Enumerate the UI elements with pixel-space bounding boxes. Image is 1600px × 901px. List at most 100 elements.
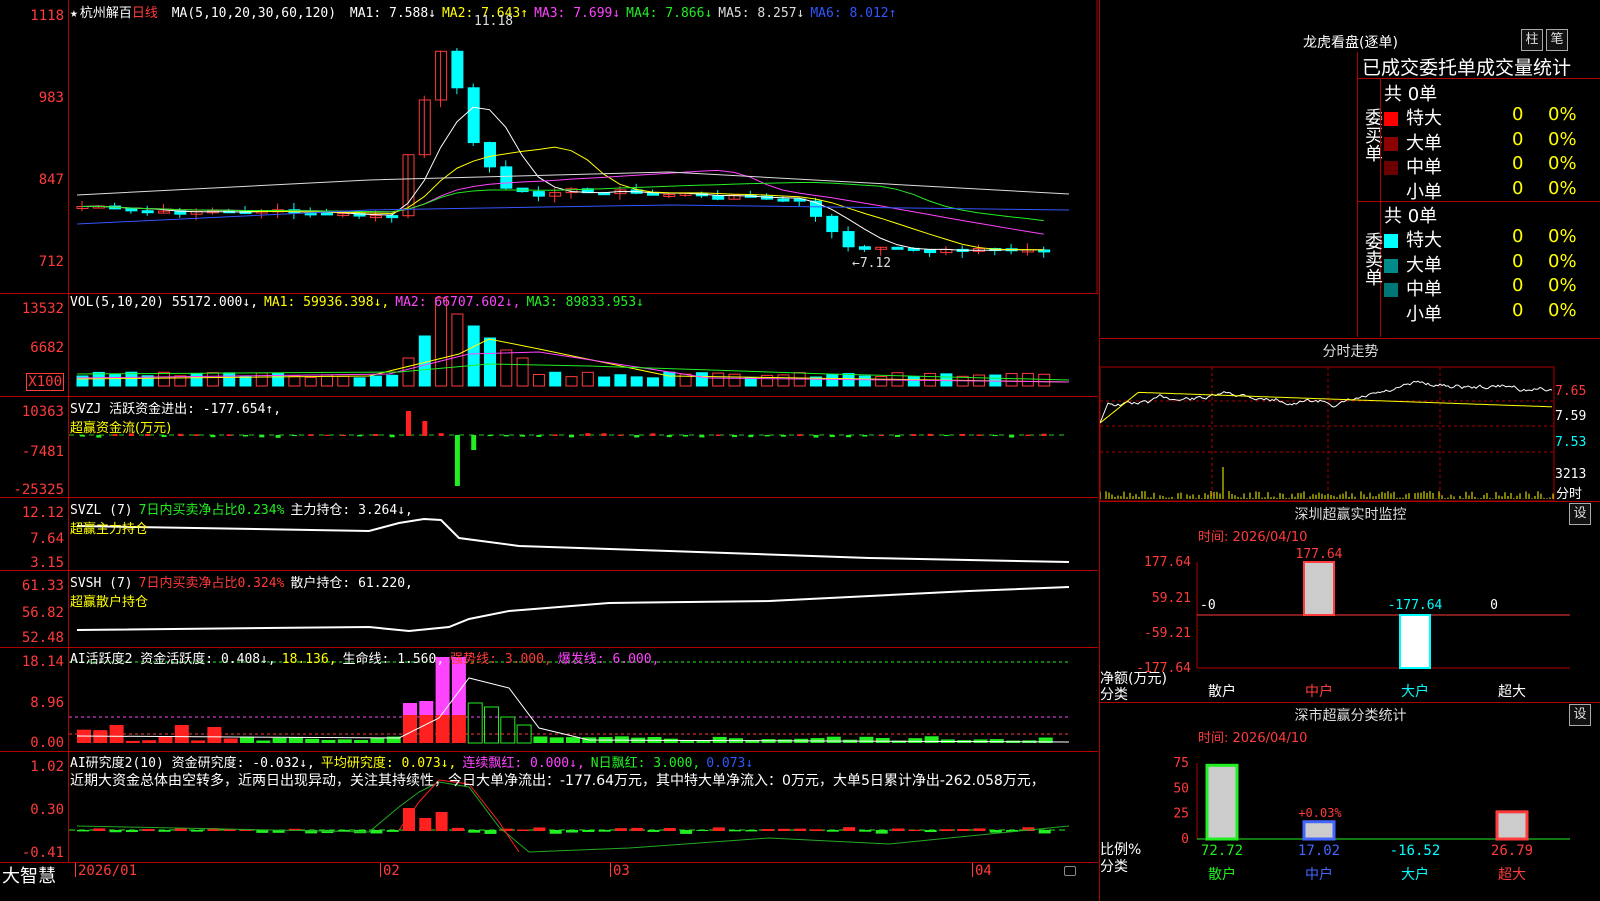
flow-bar (308, 434, 314, 436)
research-bar (484, 830, 497, 834)
order-pct: 0% (1548, 275, 1577, 296)
flow-bar (503, 435, 509, 437)
main-holding-params: SVZL (7) (70, 503, 133, 518)
order-count: 0 (1512, 299, 1524, 321)
flow-bar (666, 435, 672, 438)
volume-bar (875, 376, 888, 387)
category-label: 中户 (1305, 866, 1333, 883)
y-tick: -59.21 (1144, 626, 1191, 641)
classify-bar-chart: 75 50 25 0 72.72 散户 17.02 中户 -16.52 大户 26.79 超大 +0.0… (1173, 756, 1570, 883)
y-tick: 7.53 (1555, 435, 1587, 450)
kline-panel[interactable]: 1118 983 847 712 ★ 杭州解百日线 MA(5,10,20,30,6… (0, 0, 1098, 294)
candle (858, 246, 871, 250)
category-label: 超大 (1498, 867, 1526, 883)
volume-bar (435, 297, 448, 387)
lock-icon[interactable] (1064, 866, 1076, 876)
ai-activity-panel[interactable]: 18.14 8.96 0.00 AI活跃度2 资金活跃度: 0.408↓, 18.… (0, 648, 1098, 752)
candle (647, 192, 659, 196)
period-label[interactable]: 日线 (132, 6, 158, 21)
tick-view-button[interactable]: 笔 (1546, 29, 1568, 51)
activity-bar (321, 739, 336, 743)
research-value: 连续飘红: 0.000↓, (462, 756, 585, 771)
ai-research-panel[interactable]: 1.02 0.30 -0.41 AI研究度2(10) 资金研究度: -0.032… (0, 752, 1098, 863)
intraday-chart[interactable] (1100, 363, 1600, 501)
fund-flow-subtitle: 超赢资金流(万元) (70, 421, 172, 436)
research-bar (533, 827, 546, 831)
research-bar (794, 828, 807, 831)
lhb-subtitle: 已成交委托单成交量统计 (1362, 57, 1572, 79)
research-bar (566, 830, 578, 833)
activity-bar (419, 715, 434, 743)
retail-holding-panel[interactable]: 61.33 56.82 52.48 SVSH (7) 7日内买卖净占比0.324%… (0, 571, 1098, 648)
volume-axis: 13532 6682 X100 (0, 294, 69, 396)
bar-view-button[interactable]: 柱 (1521, 29, 1543, 51)
retail-holding-params: SVSH (7) (70, 576, 133, 591)
research-bar (142, 829, 155, 831)
main-holding-value: 主力持仓: 3.264↓, (290, 503, 413, 518)
volume-bar (565, 376, 578, 387)
flow-bar (552, 434, 558, 436)
flow-bar (911, 434, 917, 436)
flow-bar (454, 435, 460, 486)
flow-bar (487, 435, 493, 437)
buy-orders-label: 委买单 (1362, 108, 1383, 162)
activity-bar (924, 736, 939, 743)
volume-bar (484, 337, 496, 387)
value-label: -16.52 (1390, 843, 1441, 859)
volume-bar (500, 349, 513, 387)
research-bar (777, 828, 790, 831)
kline-chart[interactable] (69, 0, 1098, 293)
research-bar (989, 830, 1002, 833)
intraday-panel[interactable]: 分时走势 7.65 7.59 7.53 3213 分时 (1099, 338, 1600, 502)
volume-panel[interactable]: 13532 6682 X100 VOL(5,10,20) 55172.000↓, M… (0, 294, 1098, 397)
flow-bar (471, 435, 477, 450)
order-pct: 0% (1548, 299, 1577, 321)
volume-bar (712, 372, 725, 387)
volume-bar (174, 375, 187, 387)
research-bar (696, 830, 709, 832)
category-bar (1205, 763, 1239, 841)
main-holding-panel[interactable]: 12.12 7.64 3.15 SVZL (7) 7日内买卖净占比0.234% 主力… (0, 498, 1098, 571)
order-size-label: 中单 (1406, 157, 1442, 178)
volume-bar (1021, 372, 1034, 387)
research-bar (598, 830, 611, 832)
intraday-title: 分时走势 (1322, 344, 1379, 360)
volume-bar (630, 376, 643, 387)
volume-unit-label: 分时 (1556, 487, 1583, 502)
legend-swatch (1384, 283, 1398, 297)
research-bar (158, 830, 171, 832)
realtime-monitor-panel: 深圳超赢实时监控 设 时间: 2026/04/10 177.64 59.21 -59… (1099, 501, 1600, 703)
research-bar (680, 830, 693, 834)
y-tick: 18.14 (21, 654, 64, 670)
research-line (76, 781, 1070, 853)
volume-bar (158, 371, 170, 387)
activity-bar (859, 736, 874, 743)
research-bar (125, 830, 138, 833)
activity-bar (467, 702, 483, 744)
date-label: 03 (613, 863, 630, 879)
flow-bar (291, 435, 297, 437)
y-tick: 3.15 (30, 555, 64, 571)
activity-bar (337, 739, 352, 743)
stock-name: 杭州解百 (79, 6, 132, 21)
y-tick: 712 (38, 254, 64, 270)
y-tick: 983 (38, 90, 64, 106)
star-icon[interactable]: ★ (70, 6, 78, 21)
candle (891, 246, 904, 250)
monitor-bar-chart: 177.6459.21-59.21-177.64-0散户177.64中户-177… (1136, 547, 1570, 700)
flow-bar (438, 433, 444, 436)
activity-value: AI活跃度2 资金活跃度: 0.408↓, (70, 652, 276, 667)
activity-bar (240, 736, 254, 743)
activity-bar (533, 736, 548, 743)
research-value: AI研究度2(10) 资金研究度: -0.032↓, (70, 756, 315, 771)
order-pct: 0% (1548, 153, 1577, 174)
category-bar (1303, 561, 1335, 616)
order-count: 0 (1512, 177, 1524, 199)
research-comment: 近期大资金总体由空转多，近两日出现异动，关注其持续性，今日大单净流出：-177.… (70, 773, 1045, 789)
volume-bar (239, 376, 252, 387)
order-count: 0 (1512, 128, 1524, 150)
fund-flow-panel[interactable]: 10363 -7481 -25325 SVZJ 活跃资金进出: -177.654… (0, 397, 1098, 498)
candle (810, 200, 822, 217)
research-bar (892, 828, 904, 831)
activity-bar (256, 740, 271, 743)
